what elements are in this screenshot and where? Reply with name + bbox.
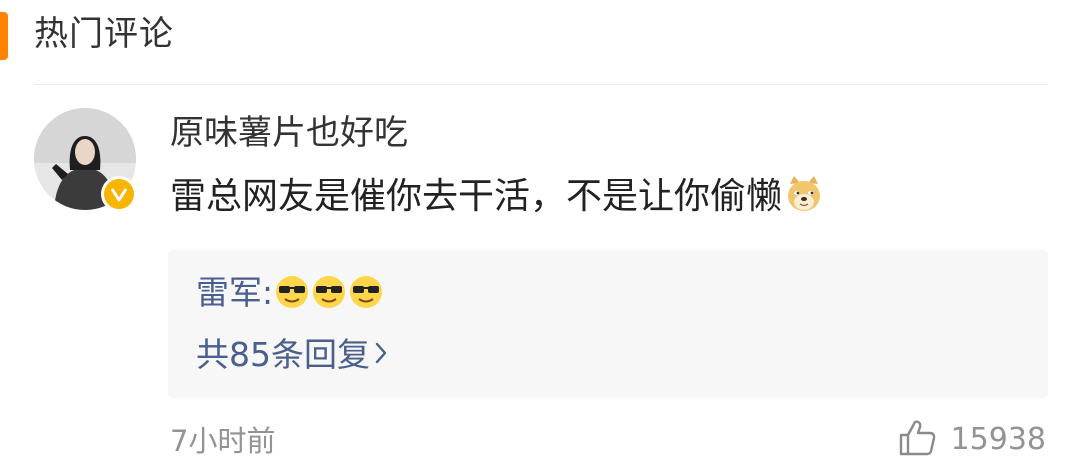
comment-body: 雷总网友是催你去干活，不是让你偷懒	[170, 172, 824, 228]
chevron-right-icon	[374, 332, 388, 378]
comment-text: 雷总网友是催你去干活，不是让你偷懒	[170, 176, 783, 217]
like-button[interactable]: 15938	[897, 418, 1046, 462]
sunglasses-emoji-icon	[311, 274, 347, 322]
comment-timestamp: 7小时前	[170, 424, 276, 458]
reply-author[interactable]: 雷军:	[196, 273, 273, 312]
divider	[34, 84, 1048, 85]
section-title: 热门评论	[34, 14, 174, 54]
reply-count-label: 共85条回复	[196, 335, 370, 374]
section-accent-bar	[0, 12, 8, 60]
like-count: 15938	[950, 422, 1046, 457]
verified-badge-icon	[101, 176, 137, 212]
sunglasses-emoji-icon	[274, 274, 310, 322]
sunglasses-emoji-icon	[348, 274, 384, 322]
thumbs-up-icon	[897, 418, 937, 462]
reply-count-link[interactable]: 共85条回复	[196, 332, 388, 378]
reply-line: 雷军:	[196, 270, 384, 322]
doge-emoji-icon	[784, 174, 824, 228]
comment-username[interactable]: 原味薯片也好吃	[170, 110, 408, 156]
reply-preview[interactable]: 雷军: 共85条回复	[168, 250, 1048, 398]
